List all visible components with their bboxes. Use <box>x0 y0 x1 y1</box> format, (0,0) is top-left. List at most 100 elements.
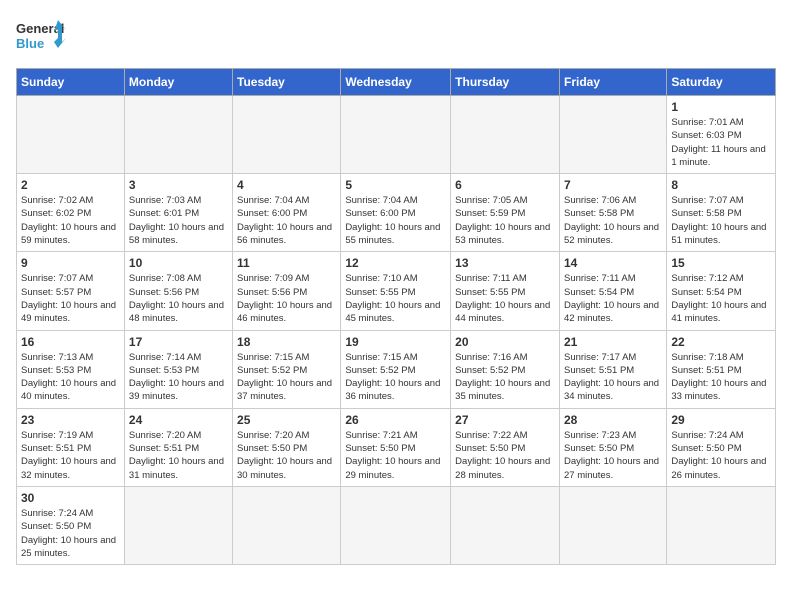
day-info: Sunrise: 7:02 AMSunset: 6:02 PMDaylight:… <box>21 194 120 247</box>
calendar-header-row: SundayMondayTuesdayWednesdayThursdayFrid… <box>17 69 776 96</box>
calendar-header-cell: Friday <box>559 69 666 96</box>
calendar-day-cell: 12Sunrise: 7:10 AMSunset: 5:55 PMDayligh… <box>341 252 451 330</box>
day-number: 11 <box>237 256 336 270</box>
day-number: 17 <box>129 335 228 349</box>
day-number: 7 <box>564 178 662 192</box>
calendar-header-cell: Sunday <box>17 69 125 96</box>
calendar-day-cell: 26 Sunrise: 7:21 AMSunset: 5:50 PMDayligh… <box>341 408 451 486</box>
day-number: 24 <box>129 413 228 427</box>
calendar-table: SundayMondayTuesdayWednesdayThursdayFrid… <box>16 68 776 565</box>
day-number: 28 <box>564 413 662 427</box>
day-info: Sunrise: 7:04 AMSunset: 6:00 PMDaylight:… <box>237 194 336 247</box>
calendar-day-cell <box>124 486 232 564</box>
calendar-day-cell: 2Sunrise: 7:02 AMSunset: 6:02 PMDaylight… <box>17 174 125 252</box>
page-header: General Blue <box>16 16 776 58</box>
day-number: 30 <box>21 491 120 505</box>
calendar-week-row: 23 Sunrise: 7:19 AMSunset: 5:51 PMDayligh… <box>17 408 776 486</box>
day-number: 18 <box>237 335 336 349</box>
day-number: 3 <box>129 178 228 192</box>
day-number: 16 <box>21 335 120 349</box>
day-number: 9 <box>21 256 120 270</box>
calendar-day-cell: 19 Sunrise: 7:15 AMSunset: 5:52 PMDayligh… <box>341 330 451 408</box>
calendar-day-cell <box>341 96 451 174</box>
calendar-day-cell: 3 Sunrise: 7:03 AMSunset: 6:01 PMDaylight… <box>124 174 232 252</box>
day-info: Sunrise: 7:07 AMSunset: 5:58 PMDaylight:… <box>671 194 771 247</box>
calendar-day-cell: 21 Sunrise: 7:17 AMSunset: 5:51 PMDayligh… <box>559 330 666 408</box>
calendar-header-cell: Saturday <box>667 69 776 96</box>
calendar-day-cell: 20 Sunrise: 7:16 AMSunset: 5:52 PMDayligh… <box>451 330 560 408</box>
calendar-day-cell: 8 Sunrise: 7:07 AMSunset: 5:58 PMDaylight… <box>667 174 776 252</box>
day-info: Sunrise: 7:24 AMSunset: 5:50 PMDaylight:… <box>671 429 771 482</box>
day-info: Sunrise: 7:15 AMSunset: 5:52 PMDaylight:… <box>237 351 336 404</box>
day-info: Sunrise: 7:08 AMSunset: 5:56 PMDaylight:… <box>129 272 228 325</box>
day-info: Sunrise: 7:06 AMSunset: 5:58 PMDaylight:… <box>564 194 662 247</box>
calendar-day-cell <box>559 96 666 174</box>
day-info: Sunrise: 7:15 AMSunset: 5:52 PMDaylight:… <box>345 351 446 404</box>
day-info: Sunrise: 7:03 AMSunset: 6:01 PMDaylight:… <box>129 194 228 247</box>
day-info: Sunrise: 7:18 AMSunset: 5:51 PMDaylight:… <box>671 351 771 404</box>
calendar-day-cell: 5 Sunrise: 7:04 AMSunset: 6:00 PMDaylight… <box>341 174 451 252</box>
calendar-day-cell: 29 Sunrise: 7:24 AMSunset: 5:50 PMDayligh… <box>667 408 776 486</box>
calendar-day-cell <box>17 96 125 174</box>
day-number: 22 <box>671 335 771 349</box>
day-info: Sunrise: 7:22 AMSunset: 5:50 PMDaylight:… <box>455 429 555 482</box>
day-info: Sunrise: 7:07 AMSunset: 5:57 PMDaylight:… <box>21 272 120 325</box>
day-info: Sunrise: 7:05 AMSunset: 5:59 PMDaylight:… <box>455 194 555 247</box>
day-info: Sunrise: 7:12 AMSunset: 5:54 PMDaylight:… <box>671 272 771 325</box>
day-info: Sunrise: 7:24 AMSunset: 5:50 PMDaylight:… <box>21 507 120 560</box>
calendar-day-cell <box>124 96 232 174</box>
calendar-header-cell: Wednesday <box>341 69 451 96</box>
day-info: Sunrise: 7:19 AMSunset: 5:51 PMDaylight:… <box>21 429 120 482</box>
day-info: Sunrise: 7:20 AMSunset: 5:50 PMDaylight:… <box>237 429 336 482</box>
day-number: 25 <box>237 413 336 427</box>
day-info: Sunrise: 7:17 AMSunset: 5:51 PMDaylight:… <box>564 351 662 404</box>
calendar-day-cell: 11Sunrise: 7:09 AMSunset: 5:56 PMDayligh… <box>233 252 341 330</box>
day-info: Sunrise: 7:01 AMSunset: 6:03 PMDaylight:… <box>671 116 771 169</box>
calendar-day-cell: 30 Sunrise: 7:24 AMSunset: 5:50 PMDayligh… <box>17 486 125 564</box>
day-number: 6 <box>455 178 555 192</box>
day-number: 26 <box>345 413 446 427</box>
day-info: Sunrise: 7:13 AMSunset: 5:53 PMDaylight:… <box>21 351 120 404</box>
day-info: Sunrise: 7:23 AMSunset: 5:50 PMDaylight:… <box>564 429 662 482</box>
day-number: 8 <box>671 178 771 192</box>
calendar-week-row: 9 Sunrise: 7:07 AMSunset: 5:57 PMDaylight… <box>17 252 776 330</box>
calendar-day-cell: 23 Sunrise: 7:19 AMSunset: 5:51 PMDayligh… <box>17 408 125 486</box>
day-number: 19 <box>345 335 446 349</box>
day-number: 29 <box>671 413 771 427</box>
calendar-header-cell: Monday <box>124 69 232 96</box>
calendar-day-cell: 13Sunrise: 7:11 AMSunset: 5:55 PMDayligh… <box>451 252 560 330</box>
calendar-day-cell <box>233 486 341 564</box>
calendar-day-cell <box>233 96 341 174</box>
day-number: 21 <box>564 335 662 349</box>
calendar-week-row: 1Sunrise: 7:01 AMSunset: 6:03 PMDaylight… <box>17 96 776 174</box>
day-info: Sunrise: 7:21 AMSunset: 5:50 PMDaylight:… <box>345 429 446 482</box>
calendar-week-row: 30 Sunrise: 7:24 AMSunset: 5:50 PMDayligh… <box>17 486 776 564</box>
logo-svg: General Blue <box>16 16 68 58</box>
day-number: 20 <box>455 335 555 349</box>
day-number: 4 <box>237 178 336 192</box>
calendar-day-cell: 10 Sunrise: 7:08 AMSunset: 5:56 PMDayligh… <box>124 252 232 330</box>
calendar-day-cell: 9 Sunrise: 7:07 AMSunset: 5:57 PMDaylight… <box>17 252 125 330</box>
day-info: Sunrise: 7:16 AMSunset: 5:52 PMDaylight:… <box>455 351 555 404</box>
calendar-day-cell: 6 Sunrise: 7:05 AMSunset: 5:59 PMDaylight… <box>451 174 560 252</box>
calendar-day-cell: 4 Sunrise: 7:04 AMSunset: 6:00 PMDaylight… <box>233 174 341 252</box>
day-number: 23 <box>21 413 120 427</box>
day-number: 10 <box>129 256 228 270</box>
calendar-day-cell: 25 Sunrise: 7:20 AMSunset: 5:50 PMDayligh… <box>233 408 341 486</box>
calendar-day-cell <box>667 486 776 564</box>
calendar-day-cell: 17 Sunrise: 7:14 AMSunset: 5:53 PMDayligh… <box>124 330 232 408</box>
calendar-header-cell: Tuesday <box>233 69 341 96</box>
calendar-day-cell: 1Sunrise: 7:01 AMSunset: 6:03 PMDaylight… <box>667 96 776 174</box>
day-info: Sunrise: 7:11 AMSunset: 5:54 PMDaylight:… <box>564 272 662 325</box>
day-info: Sunrise: 7:14 AMSunset: 5:53 PMDaylight:… <box>129 351 228 404</box>
calendar-day-cell: 16 Sunrise: 7:13 AMSunset: 5:53 PMDayligh… <box>17 330 125 408</box>
day-number: 13 <box>455 256 555 270</box>
calendar-day-cell: 7 Sunrise: 7:06 AMSunset: 5:58 PMDaylight… <box>559 174 666 252</box>
logo: General Blue <box>16 16 68 58</box>
day-info: Sunrise: 7:04 AMSunset: 6:00 PMDaylight:… <box>345 194 446 247</box>
calendar-day-cell: 27Sunrise: 7:22 AMSunset: 5:50 PMDayligh… <box>451 408 560 486</box>
calendar-week-row: 16 Sunrise: 7:13 AMSunset: 5:53 PMDayligh… <box>17 330 776 408</box>
calendar-week-row: 2Sunrise: 7:02 AMSunset: 6:02 PMDaylight… <box>17 174 776 252</box>
day-info: Sunrise: 7:20 AMSunset: 5:51 PMDaylight:… <box>129 429 228 482</box>
day-number: 5 <box>345 178 446 192</box>
